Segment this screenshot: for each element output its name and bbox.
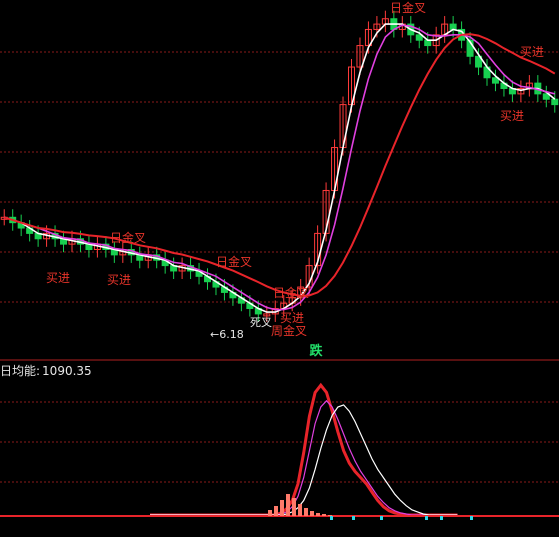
ma-white-line xyxy=(3,23,556,313)
volume-bar xyxy=(268,510,272,516)
volume-bar-negative xyxy=(352,516,355,520)
annotation-death-cross: 死叉 xyxy=(250,316,272,329)
annotation-golden-cross: 日金叉 xyxy=(216,254,252,269)
volume-bar xyxy=(280,500,284,516)
annotation-golden-cross: 日金叉 xyxy=(110,230,146,245)
volume-bar xyxy=(292,498,296,516)
indicator-name: 日均能: xyxy=(0,364,41,378)
volume-bar-negative xyxy=(380,516,383,520)
volume-bar xyxy=(322,514,326,516)
annotation-low-price: ←6.18 xyxy=(210,328,244,341)
candle-body xyxy=(424,39,432,47)
annotation-buy: 买进 xyxy=(280,311,304,325)
volume-bar xyxy=(304,508,308,516)
volume-bar xyxy=(286,494,290,516)
annotation-buy: 买进 xyxy=(520,45,544,59)
volume-bar xyxy=(328,515,332,516)
ma-magenta-line xyxy=(3,24,556,311)
volume-bar xyxy=(310,511,314,516)
volume-bar-negative xyxy=(425,516,428,520)
candle-body xyxy=(449,23,457,30)
fall-marker: 跌 xyxy=(309,344,323,359)
annotation-golden-cross: 日金叉 xyxy=(390,0,426,15)
chart-window: 日金叉 日金叉 日金叉 买进 周金叉 死叉 ←6.18 买进 买进 买进 买进 日金叉 日均能: 109… xyxy=(0,0,559,537)
indicator-line-0 xyxy=(150,382,458,517)
volume-bar xyxy=(316,513,320,516)
ma-red-line xyxy=(3,33,556,297)
volume-bar-negative xyxy=(470,516,473,520)
annotation-buy: 买进 xyxy=(46,271,70,285)
chart-canvas: 日金叉日金叉日金叉买进周金叉死叉←6.18买进 买进买进买进日金叉 xyxy=(0,0,559,520)
indicator-value: 1090.35 xyxy=(42,364,92,378)
candle-body xyxy=(551,98,559,106)
annotation-buy: 买进 xyxy=(107,273,131,287)
annotation-golden-cross: 日金叉 xyxy=(273,285,309,300)
annotation-buy: 买进 xyxy=(500,109,524,123)
volume-bar-negative xyxy=(440,516,443,520)
volume-bar xyxy=(274,506,278,516)
annotation-weekly-golden-cross: 周金叉 xyxy=(271,323,307,338)
volume-bar xyxy=(298,504,302,516)
indicator-readout: 日均能: 1090.35 xyxy=(0,362,92,379)
volume-bar-negative xyxy=(330,516,333,520)
